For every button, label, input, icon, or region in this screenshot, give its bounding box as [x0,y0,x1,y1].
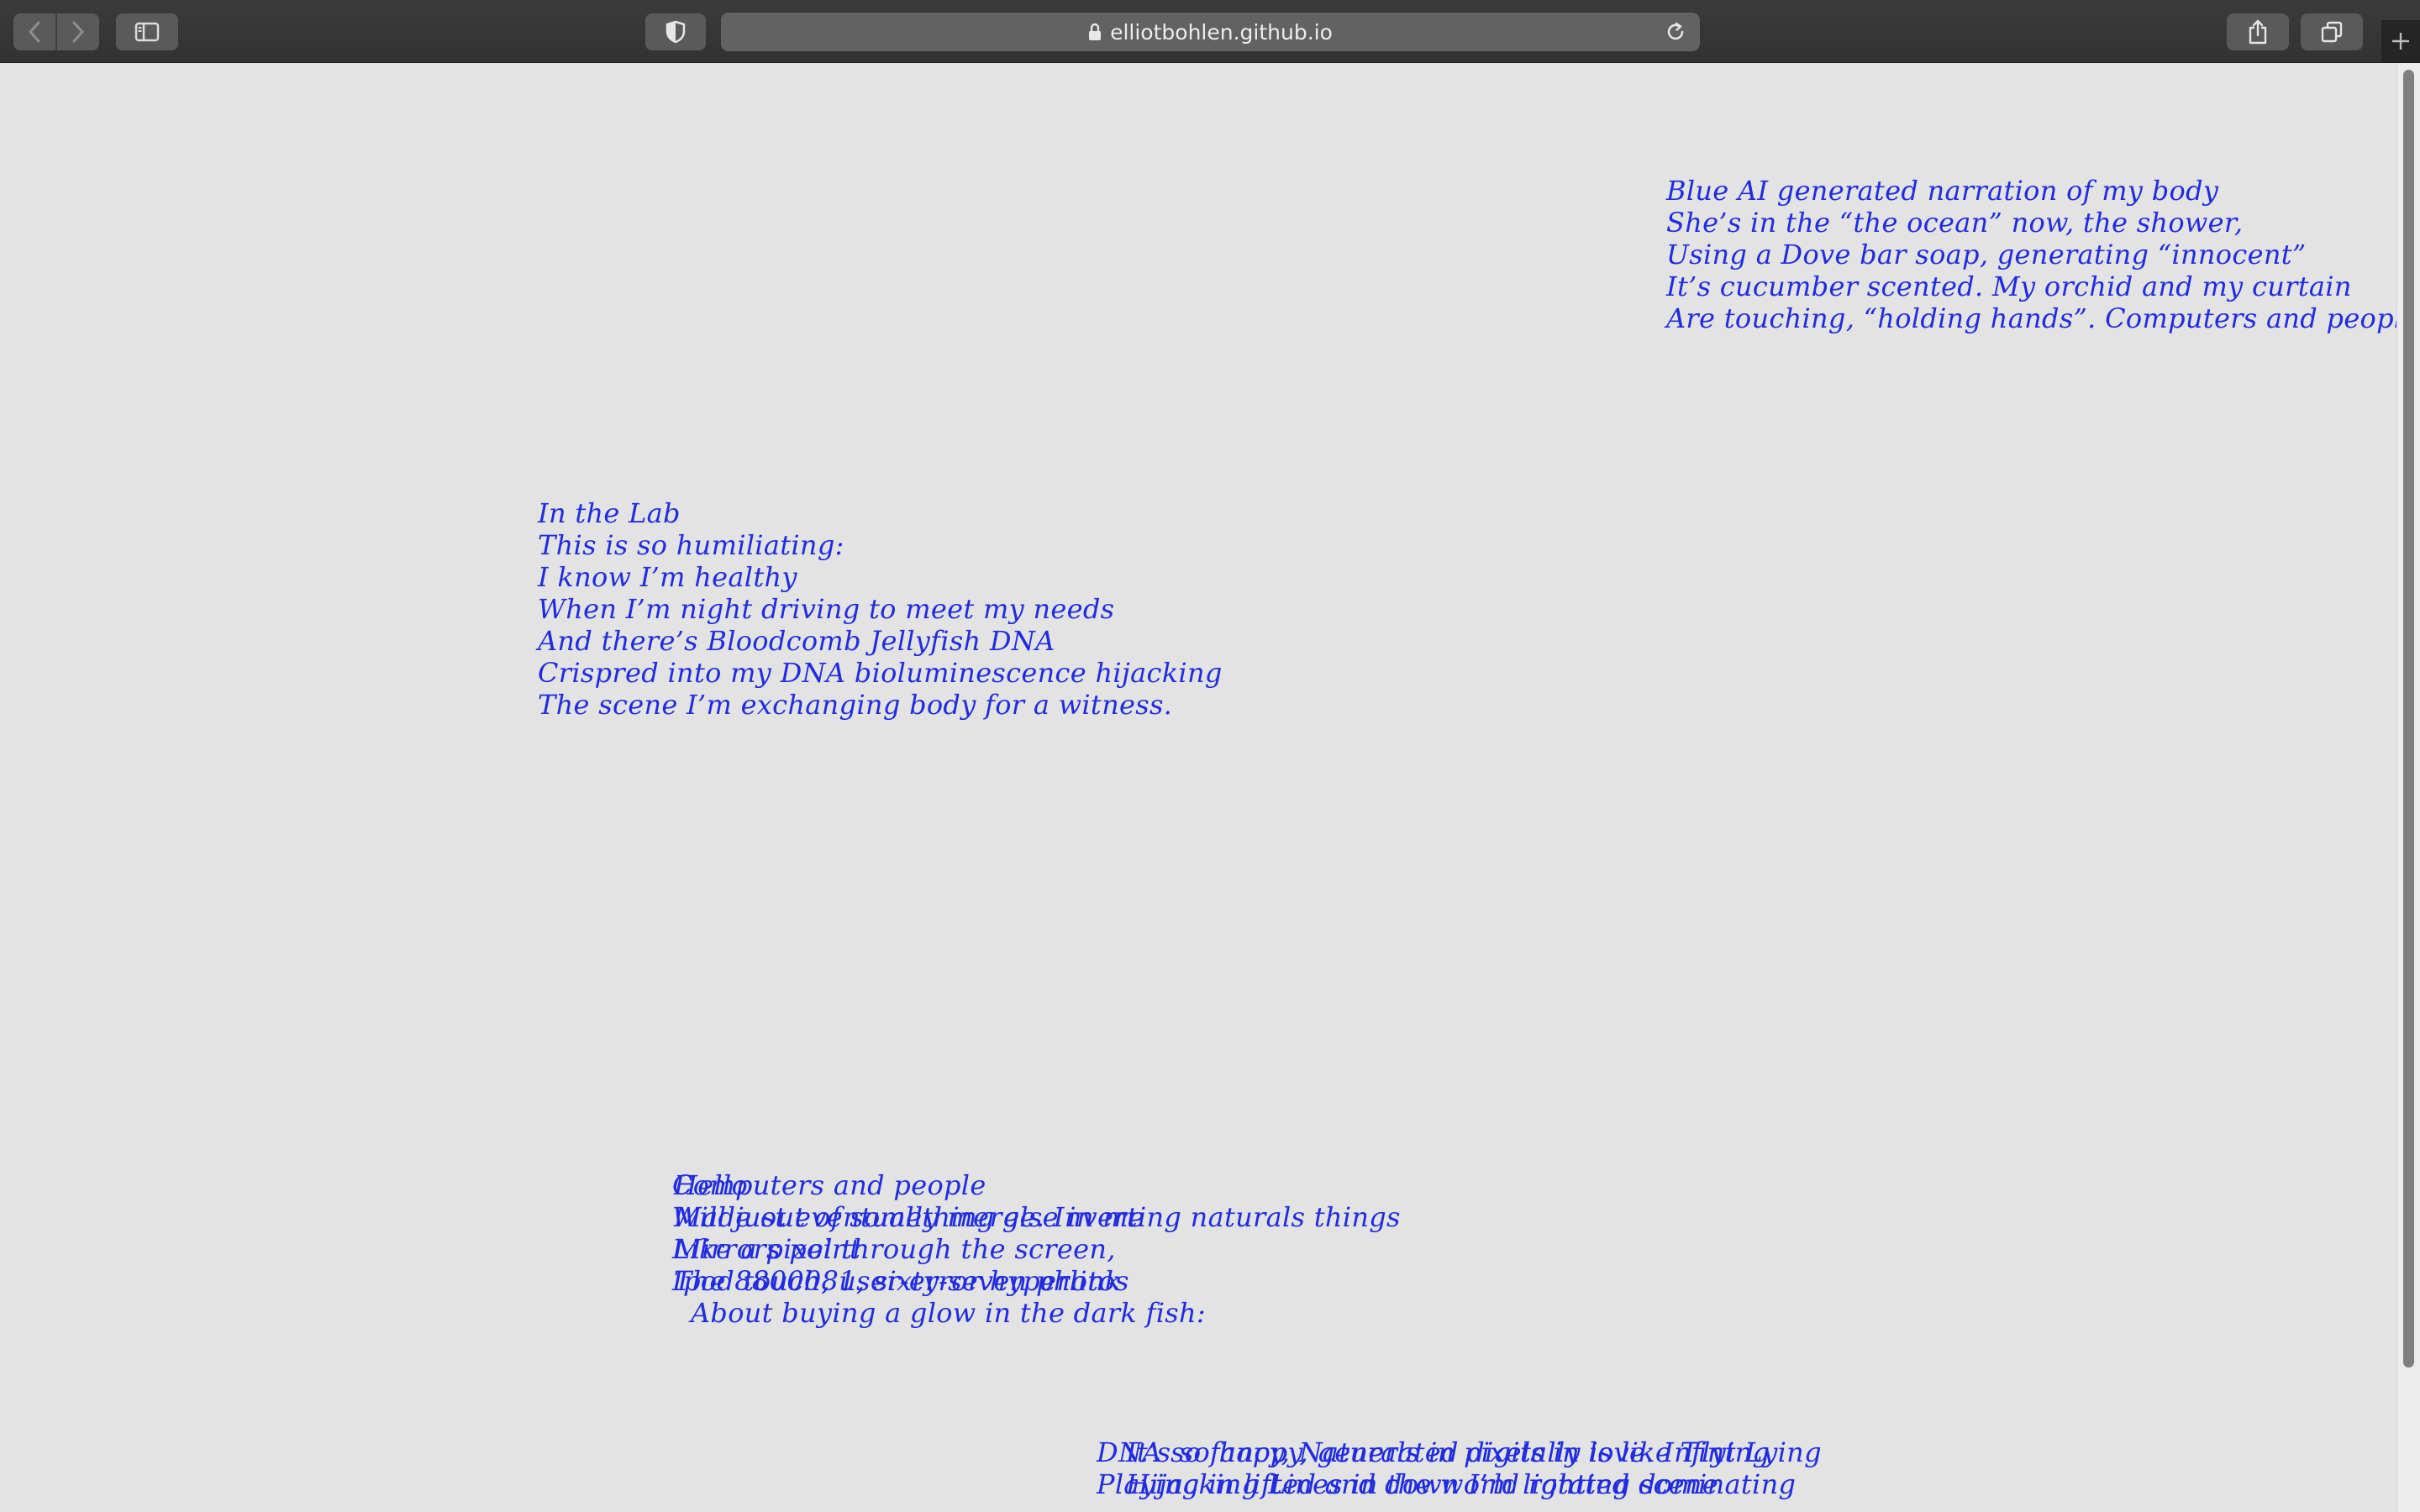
poem-line: I know I’m healthy [538,561,797,593]
tab-overview-button[interactable] [2301,13,2363,50]
poem-line: About buying a glow in the dark fish: [691,1297,1206,1329]
poem-block: Blue AI generated narration of my body S… [1666,175,2396,334]
poem-line: Using a Dove bar soap, generating “innoc… [1666,239,2307,270]
poem-line: The 8800081, sixty-seven photos [674,1265,1129,1297]
back-button[interactable] [13,13,57,50]
reload-icon [1667,22,1684,40]
poem-line: Are touching, “holding hands”. Computers… [1666,302,2396,334]
lock-icon [1088,23,1102,41]
new-tab-button[interactable] [2381,20,2420,62]
browser-toolbar: elliotbohlen.github.io [0,0,2420,63]
poem-line: Made out of something else in me [674,1201,1145,1233]
url-text: elliotbohlen.github.io [1110,19,1333,45]
privacy-report-button[interactable] [645,13,706,50]
tabs-overview-icon [2321,21,2343,43]
share-icon [2249,19,2267,45]
poem-line: Hijacking Lines in the world rotated dom… [1126,1468,1797,1500]
sidebar-icon [134,22,160,42]
address-bar[interactable]: elliotbohlen.github.io [721,13,1700,51]
forward-button[interactable] [57,13,99,50]
share-button[interactable] [2227,13,2289,50]
scrollbar-thumb[interactable] [2403,70,2414,1368]
navigation-buttons [13,13,99,50]
poem-block: In the Lab This is so humiliating: I kno… [538,497,1223,721]
chevron-right-icon [72,21,84,43]
poem-line: Blue AI generated narration of my body [1666,175,2219,207]
shield-icon [666,20,686,44]
poem-line: Mirrors point [674,1233,861,1265]
vertical-scrollbar[interactable] [2396,63,2420,1512]
plus-icon [2392,33,2409,50]
chevron-left-icon [29,21,40,43]
poem-line: Hello [674,1169,749,1201]
poem-line: She’s in the “the ocean” now, the shower… [1666,207,2244,239]
poem-line: And there’s Bloodcomb Jellyfish DNA [538,625,1055,657]
poem-line: In the Lab [538,497,681,529]
poem-line: Crispred into my DNA bioluminescence hij… [538,657,1223,689]
poem-line: This is so humiliating: [538,529,844,561]
poem-line: The scene I’m exchanging body for a witn… [538,689,1173,721]
poem-line: It’s so happy, generated digitally is li… [1126,1436,1822,1468]
poem-block-overlap: It’s so happy, generated digitally is li… [1126,1436,1822,1500]
sidebar-button[interactable] [116,13,178,50]
web-page: Blue AI generated narration of my body S… [0,63,2396,1512]
reload-button[interactable] [1665,20,1686,44]
poem-line: When I’m night driving to meet my needs [538,593,1115,625]
poem-block-overlap: Hello Made out of something else in me M… [674,1169,1144,1297]
poem-line: It’s cucumber scented. My orchid and my … [1666,270,2352,302]
